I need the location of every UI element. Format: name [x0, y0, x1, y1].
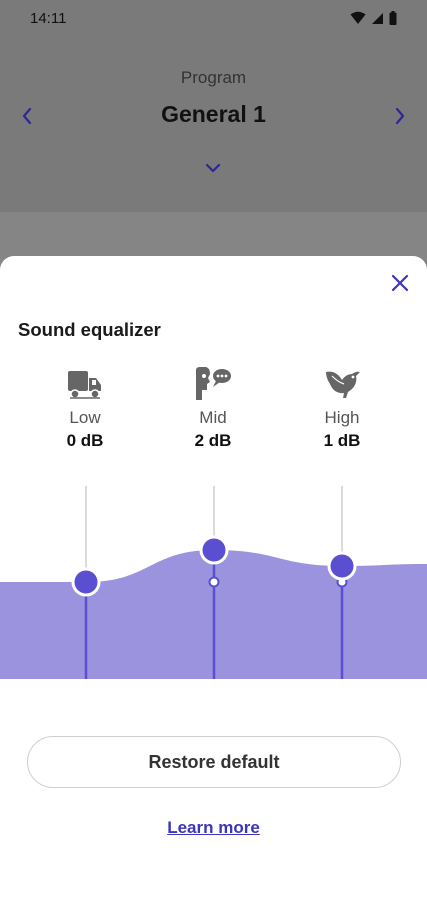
battery-icon [389, 11, 397, 25]
band-mid-value: 2 dB [194, 431, 232, 450]
speaking-person-icon [158, 364, 268, 404]
status-time: 14:11 [30, 9, 67, 27]
close-icon [391, 274, 409, 292]
restore-default-button[interactable]: Restore default [27, 736, 401, 788]
sheet-title: Sound equalizer [18, 319, 161, 340]
band-low-name: Low [69, 408, 101, 427]
slider-knob-high[interactable] [327, 551, 357, 581]
sound-equalizer-sheet: Sound equalizer Low 0 dB Mid 2 dB High 1… [0, 256, 427, 900]
band-high-name: High [324, 408, 360, 427]
learn-more-link[interactable]: Learn more [0, 818, 427, 838]
band-low: Low 0 dB [30, 364, 140, 451]
baseline-marker-mid [208, 576, 220, 588]
status-icons [350, 11, 397, 25]
band-mid: Mid 2 dB [158, 364, 268, 451]
next-program-button[interactable] [388, 104, 412, 128]
band-high: High 1 dB [287, 364, 397, 451]
band-low-value: 0 dB [66, 431, 104, 450]
bird-icon [287, 364, 397, 404]
truck-icon [30, 364, 140, 404]
slider-knob-mid[interactable] [199, 535, 229, 565]
status-bar: 14:11 [0, 0, 427, 36]
program-name: General 1 [161, 101, 266, 127]
close-button[interactable] [387, 270, 413, 296]
band-high-value: 1 dB [323, 431, 361, 450]
slider-knob-low[interactable] [71, 567, 101, 597]
equalizer-graph[interactable] [0, 476, 427, 686]
signal-icon [372, 12, 383, 24]
chevron-right-icon [395, 107, 405, 125]
program-label: Program [180, 68, 247, 87]
band-mid-name: Mid [199, 408, 227, 427]
program-expand-button[interactable] [201, 158, 225, 178]
wifi-icon [350, 11, 366, 24]
chevron-down-icon [205, 163, 221, 173]
